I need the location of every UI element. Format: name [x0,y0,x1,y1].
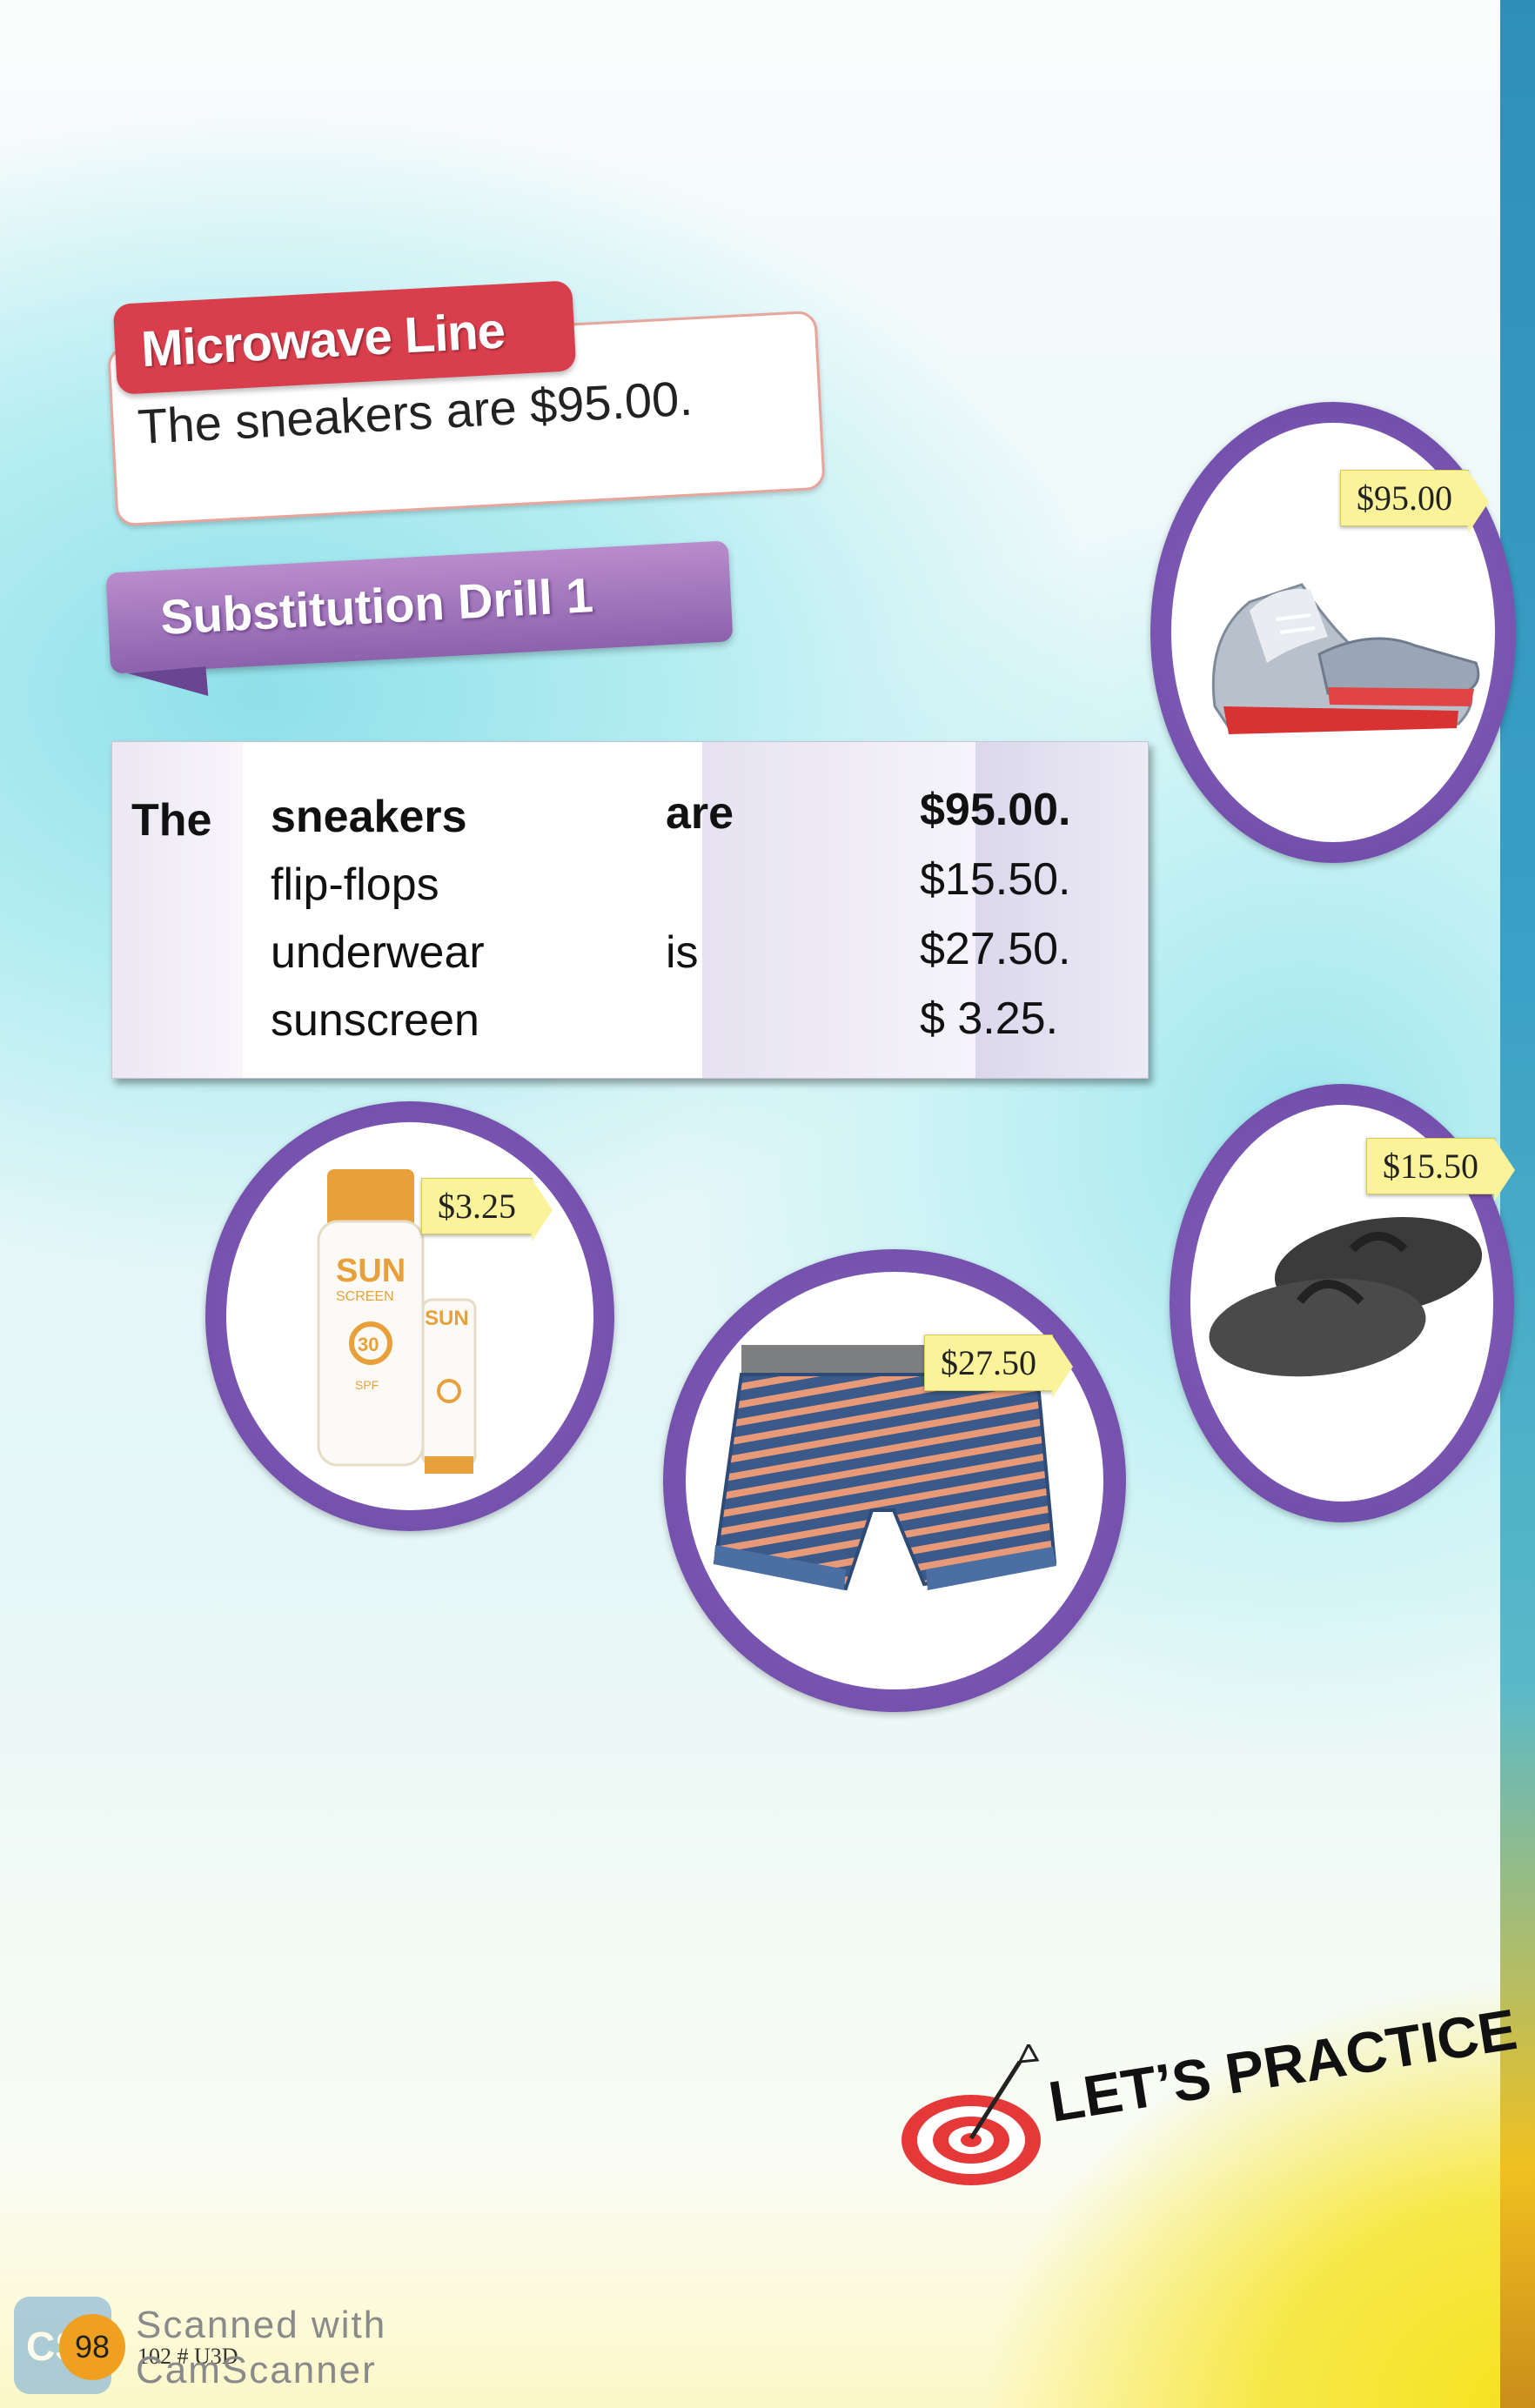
flipflops-image [1209,1217,1483,1377]
table-item: sunscreen [271,995,479,1046]
table-price: $ 3.25. [920,993,1059,1044]
underwear-circle: $27.50 [663,1249,1126,1712]
sunscreen-label-sun: SUN [336,1253,406,1289]
underwear-price-tag: $27.50 [924,1334,1073,1398]
table-verb: are [666,788,734,839]
ribbon-tail [127,666,209,703]
sneakers-circle: $95.00 [1150,402,1516,863]
sneakers-price-tag: $95.00 [1340,470,1489,533]
flipflops-circle: $15.50 [1170,1084,1515,1522]
sunscreen-label-spf-number: 30 [358,1334,379,1355]
sunscreen-price-tag: $3.25 [421,1178,553,1241]
table-article: The [131,795,212,846]
drill-table: The sneakers flip-flops underwear sunscr… [111,741,1149,1079]
page-number: 98 [59,2314,125,2380]
table-verb: is [666,927,699,978]
table-price: $95.00. [920,785,1071,835]
sunscreen-label-screen: SCREEN [336,1289,394,1304]
table-item: underwear [271,927,485,978]
table-price: $15.50. [920,854,1071,905]
sunscreen-label-spf: SPF [355,1378,379,1392]
microwave-line-title: Microwave Line [139,302,506,378]
sunscreen-tube-label: SUN [425,1307,469,1330]
watermark-line2: CamScanner [136,2349,377,2391]
lets-practice-label: LET’S PRACTICE [1044,1997,1521,2135]
table-item: flip-flops [271,860,439,910]
table-price: $27.50. [920,924,1071,974]
sneakers-image [1211,583,1480,734]
watermark-line1: Scanned with [136,2304,387,2346]
target-icon [902,2044,1041,2185]
flipflops-price-tag: $15.50 [1366,1138,1515,1201]
column-article [112,742,243,1078]
sunscreen-circle: SUN SCREEN 30 SPF SUN $3.25 [205,1101,614,1531]
table-item: sneakers [271,792,467,842]
